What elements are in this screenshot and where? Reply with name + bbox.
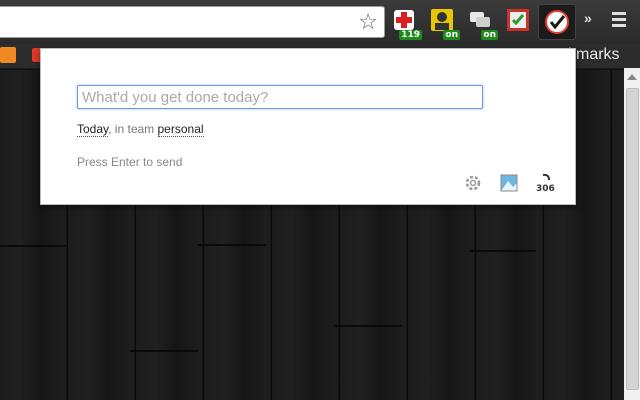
extension-badge: on bbox=[481, 30, 498, 40]
user-extension-icon[interactable]: on bbox=[430, 8, 460, 40]
badge-number: 306 bbox=[536, 184, 555, 193]
scrollbar-thumb[interactable] bbox=[626, 88, 639, 390]
star-icon[interactable]: ☆ bbox=[358, 10, 378, 34]
extension-badge: 119 bbox=[399, 30, 422, 40]
extension-badge: on bbox=[443, 30, 460, 40]
extensions-overflow-button[interactable]: » bbox=[584, 10, 592, 26]
popup-footer-icons: 306 bbox=[459, 173, 559, 194]
first-aid-extension-icon[interactable]: 119 bbox=[392, 8, 422, 40]
browser-toolbar: ☆ 119 on on » bbox=[0, 0, 640, 44]
done-entry-input[interactable] bbox=[77, 85, 483, 109]
scroll-up-arrow-icon[interactable] bbox=[627, 74, 637, 80]
scrollbar[interactable] bbox=[624, 68, 640, 400]
idonethis-extension-button[interactable] bbox=[538, 4, 576, 40]
send-hint: Press Enter to send bbox=[77, 155, 183, 169]
gear-icon[interactable] bbox=[463, 173, 483, 193]
team-prefix-text: , in team bbox=[108, 122, 158, 136]
address-bar[interactable]: ☆ bbox=[0, 6, 385, 38]
extension-popup: Today, in team personal Press Enter to s… bbox=[40, 48, 576, 205]
chat-extension-icon[interactable]: on bbox=[468, 8, 498, 40]
numbered-badge-icon[interactable]: 306 bbox=[535, 173, 555, 194]
checklist-extension-icon[interactable] bbox=[506, 8, 530, 32]
menu-icon[interactable] bbox=[612, 12, 626, 30]
bookmark-favicon[interactable] bbox=[0, 47, 16, 63]
team-selector[interactable]: personal bbox=[157, 122, 204, 137]
entry-meta: Today, in team personal bbox=[77, 122, 204, 137]
image-icon[interactable] bbox=[499, 173, 519, 193]
date-selector[interactable]: Today bbox=[77, 122, 109, 137]
